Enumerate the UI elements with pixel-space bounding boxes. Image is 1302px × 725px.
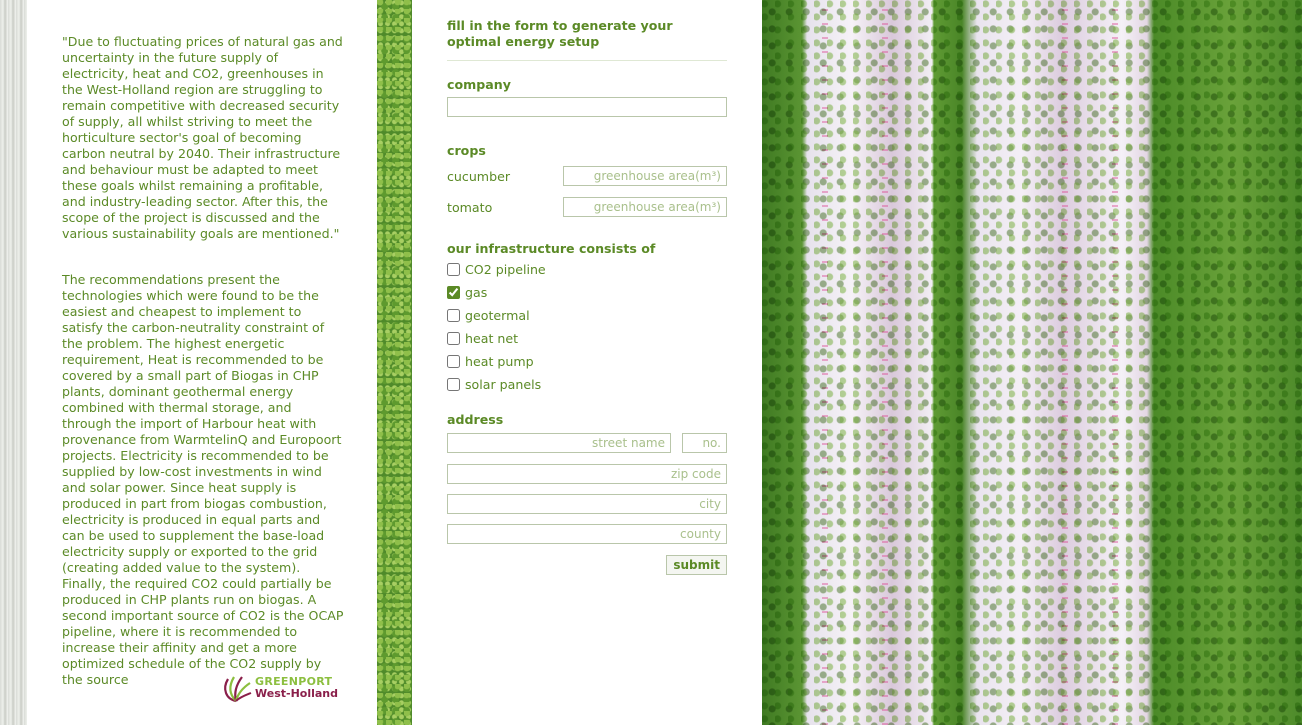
address-label: address [447,412,504,427]
light-rail [882,0,888,725]
checkbox-row-geotermal[interactable]: geotermal [447,304,727,327]
light-rail [1112,0,1118,725]
crop-row-cucumber: cucumber [447,166,727,186]
gas-checkbox[interactable] [447,286,460,299]
checkbox-row-heat-net[interactable]: heat net [447,327,727,350]
zip-code-input[interactable] [447,464,727,484]
co2-pipeline-checkbox[interactable] [447,263,460,276]
heat-pump-label: heat pump [465,354,534,369]
form-panel: fill in the form to generate your optima… [412,0,762,725]
background-plants-middle [377,0,412,725]
energy-setup-form: fill in the form to generate your optima… [447,18,727,575]
house-number-input[interactable] [682,433,727,453]
company-input[interactable] [447,97,727,117]
heat-pump-checkbox[interactable] [447,355,460,368]
county-input[interactable] [447,524,727,544]
light-rail [1062,0,1068,725]
background-greenhouse-left [0,0,27,725]
co2-pipeline-label: CO2 pipeline [465,262,546,277]
checkbox-row-heat-pump[interactable]: heat pump [447,350,727,373]
solar-panels-label: solar panels [465,377,542,392]
street-name-input[interactable] [447,433,671,453]
city-input[interactable] [447,494,727,514]
greenport-logo-wordmark: GREENPORT West-Holland [255,676,338,700]
form-title: fill in the form to generate your optima… [447,18,727,61]
geotermal-checkbox[interactable] [447,309,460,322]
intro-panel: "Due to fluctuating prices of natural ga… [27,0,377,725]
crop-name-tomato: tomato [447,199,493,215]
intro-paragraph-quote: "Due to fluctuating prices of natural ga… [62,34,343,241]
tomato-area-input[interactable] [563,197,727,217]
intro-text: "Due to fluctuating prices of natural ga… [62,34,344,718]
logo-line-2: West-Holland [255,687,339,700]
company-label: company [447,77,511,92]
crop-row-tomato: tomato [447,197,727,217]
greenport-logo-icon [224,676,252,703]
submit-row: submit [447,554,727,575]
submit-button[interactable]: submit [666,555,727,575]
background-greenhouse-photo [762,0,1302,725]
heat-net-checkbox[interactable] [447,332,460,345]
checkbox-row-solar-panels[interactable]: solar panels [447,373,727,396]
heat-net-label: heat net [465,331,519,346]
cucumber-area-input[interactable] [563,166,727,186]
infrastructure-label: our infrastructure consists of [447,241,656,256]
greenport-logo: GREENPORT West-Holland [220,670,340,706]
light-rail [822,0,828,725]
street-row [447,433,727,453]
geotermal-label: geotermal [465,308,530,323]
infrastructure-list: CO2 pipeline gas geotermal heat net heat… [447,258,727,396]
intro-paragraph-recommendations: The recommendations present the technolo… [62,272,344,687]
crops-label: crops [447,143,486,158]
gas-label: gas [465,285,488,300]
checkbox-row-co2-pipeline[interactable]: CO2 pipeline [447,258,727,281]
crop-name-cucumber: cucumber [447,168,510,184]
checkbox-row-gas[interactable]: gas [447,281,727,304]
solar-panels-checkbox[interactable] [447,378,460,391]
